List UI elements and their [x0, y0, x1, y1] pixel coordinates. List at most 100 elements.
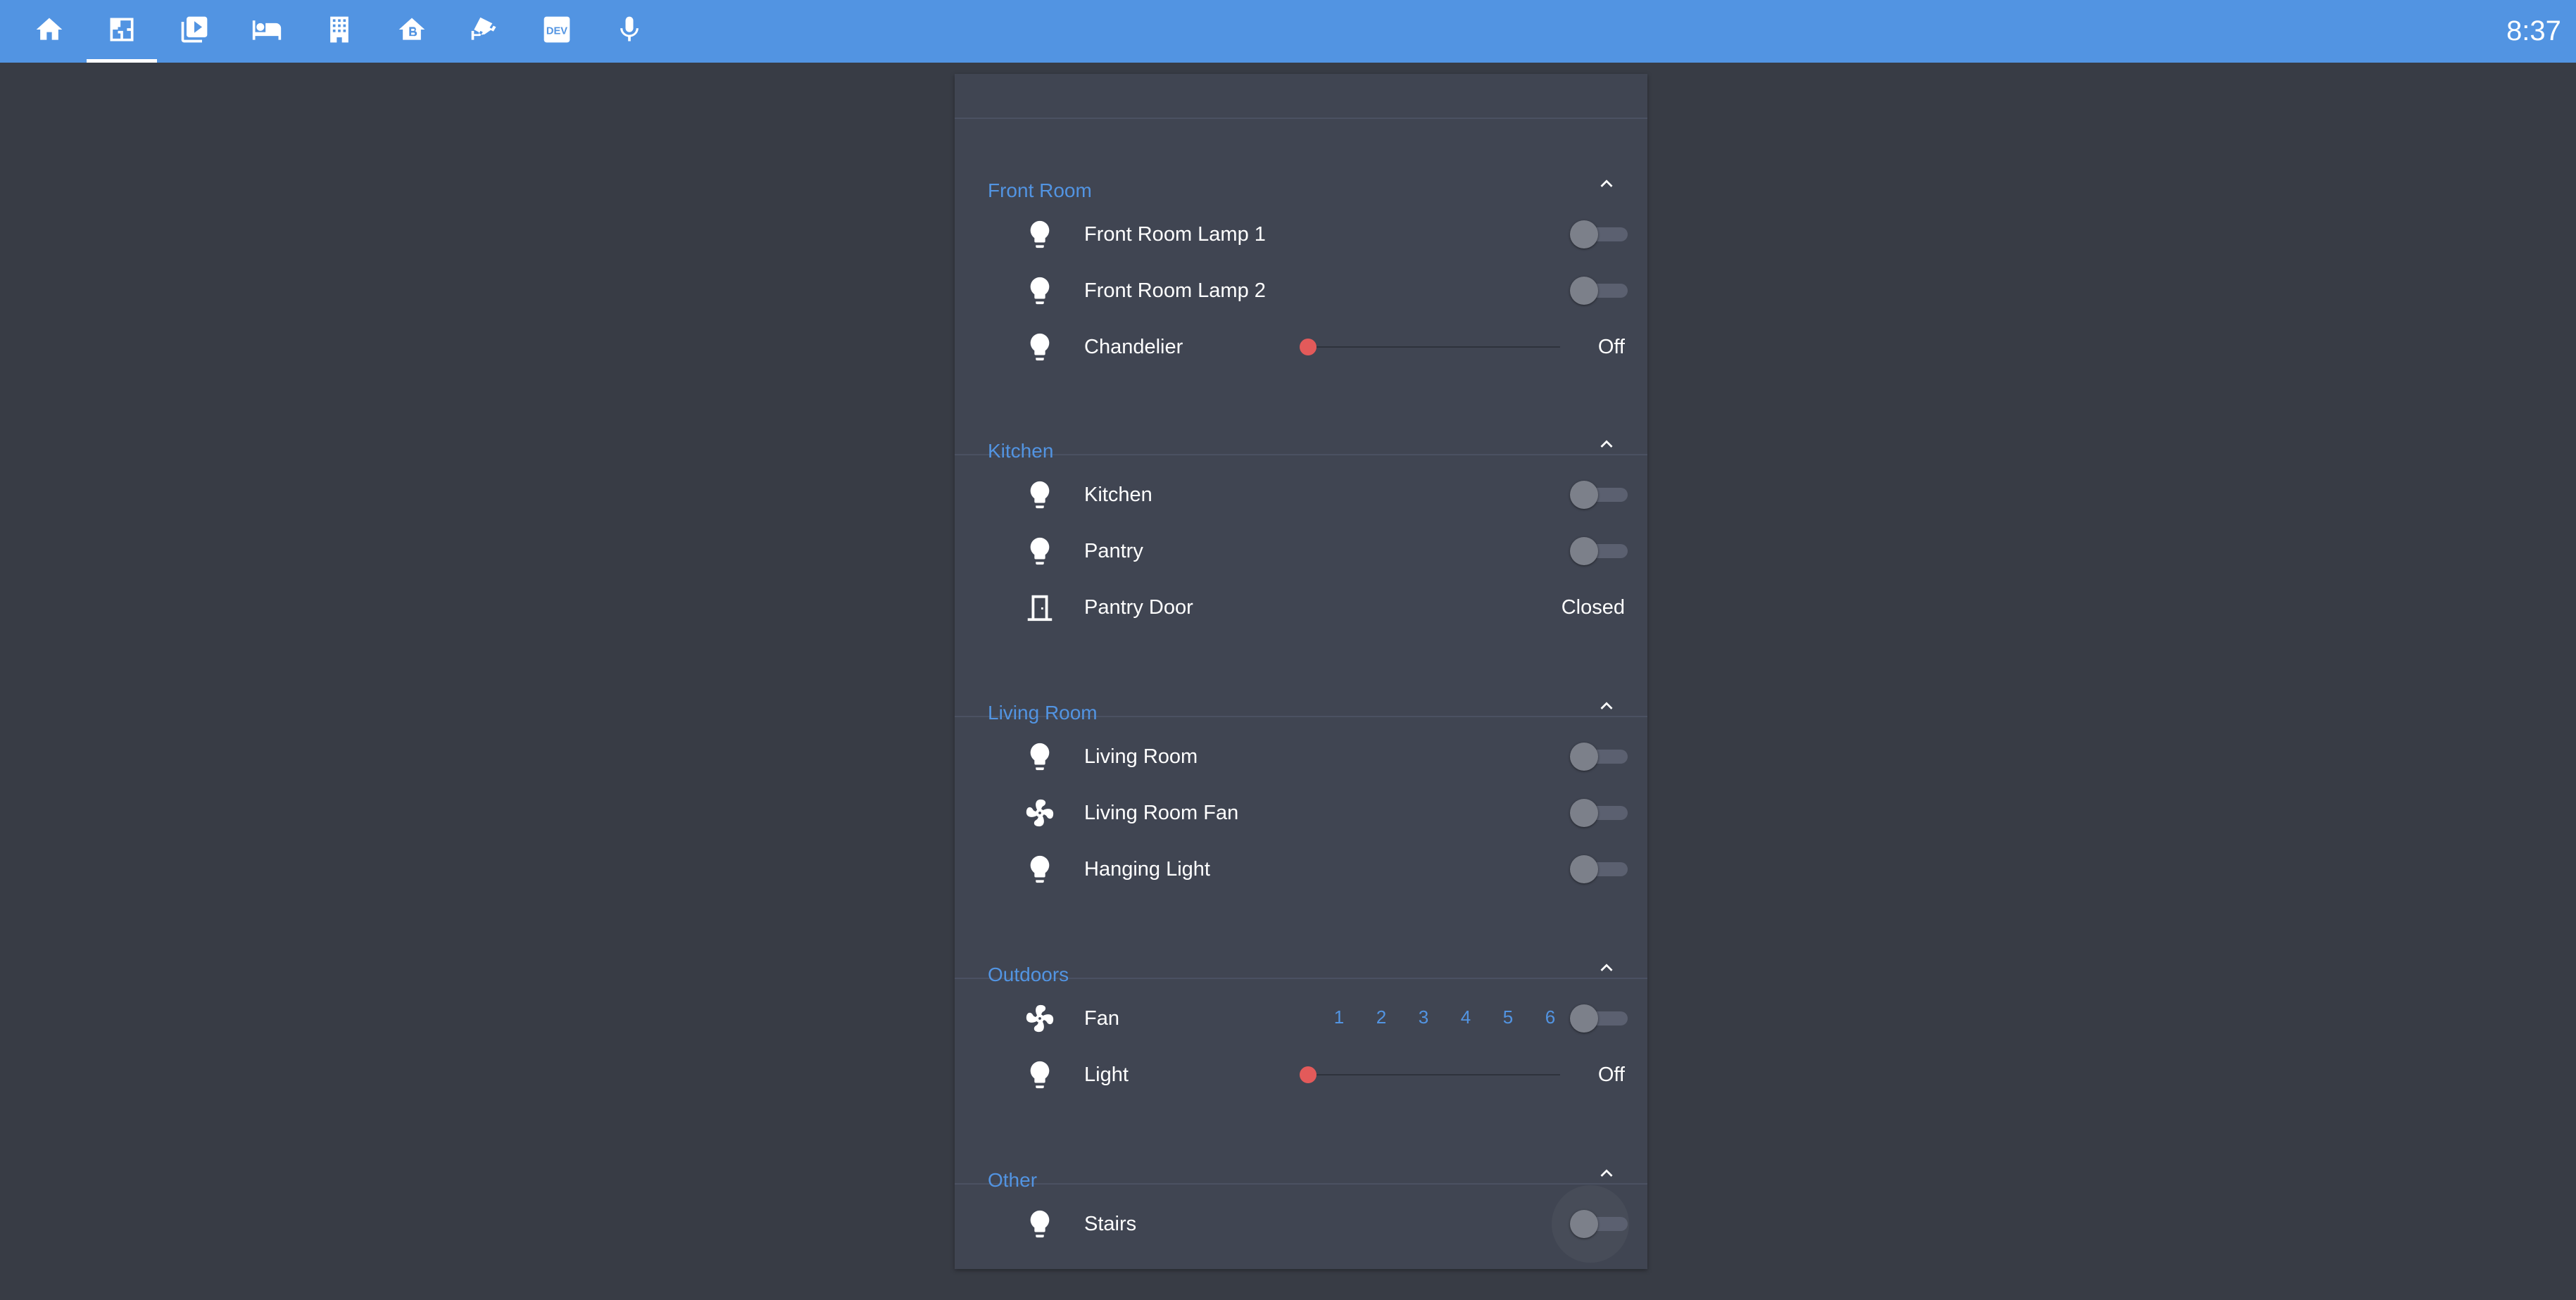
group-title-kitchen: Kitchen: [988, 440, 1054, 462]
media-library-icon: [179, 14, 210, 49]
state-value: Closed: [1561, 596, 1625, 619]
entity-row-pantry-door: Pantry Door Closed: [955, 579, 1647, 636]
toggle-switch[interactable]: [1570, 481, 1629, 509]
toggle-thumb: [1570, 743, 1598, 771]
fan-speed-5[interactable]: 5: [1494, 1003, 1522, 1031]
entity-label: Pantry Door: [1084, 596, 1193, 619]
entity-label: Living Room Fan: [1084, 802, 1239, 824]
chevron-up-icon: [1595, 694, 1619, 721]
chevron-up-icon: [1595, 956, 1619, 983]
fan-speed-2[interactable]: 2: [1367, 1003, 1395, 1031]
toggle-switch[interactable]: [1570, 743, 1629, 771]
tab-building[interactable]: [304, 0, 375, 63]
state-value: Off: [1597, 336, 1625, 358]
entity-row-stairs: Stairs: [955, 1185, 1647, 1263]
bed-icon: [251, 14, 282, 49]
slider-track: [1308, 346, 1560, 348]
collapse-button[interactable]: [1585, 948, 1628, 990]
group-title-outdoors: Outdoors: [988, 964, 1069, 985]
entity-label: Pantry: [1084, 540, 1143, 562]
toggle-thumb: [1570, 855, 1598, 883]
lightbulb-icon: [1022, 217, 1057, 252]
fan-speed-1[interactable]: 1: [1325, 1003, 1353, 1031]
chevron-up-icon: [1595, 432, 1619, 460]
toggle-switch[interactable]: [1570, 799, 1629, 827]
lightbulb-icon: [1022, 329, 1057, 365]
toggle-thumb: [1570, 1004, 1598, 1033]
entity-label: Fan: [1084, 1007, 1119, 1030]
toggle-switch[interactable]: [1570, 220, 1629, 248]
toggle-switch[interactable]: [1570, 1210, 1629, 1238]
toggle-switch[interactable]: [1570, 855, 1629, 883]
lightbulb-icon: [1022, 1206, 1057, 1242]
tab-voice[interactable]: [594, 0, 665, 63]
fan-icon: [1022, 1001, 1057, 1036]
toggle-switch[interactable]: [1570, 1004, 1629, 1033]
toggle-thumb: [1570, 277, 1598, 305]
tab-media[interactable]: [159, 0, 230, 63]
entity-label: Light: [1084, 1064, 1129, 1086]
entity-row-living-room-fan: Living Room Fan: [955, 785, 1647, 841]
entity-row-fan: Fan 1 2 3 4 5 6: [955, 990, 1647, 1047]
entity-label: Front Room Lamp 1: [1084, 223, 1266, 246]
card-header: [955, 74, 1647, 119]
lightbulb-icon: [1022, 1057, 1057, 1092]
tab-cctv[interactable]: [449, 0, 520, 63]
tab-floorplan[interactable]: [87, 0, 157, 63]
entity-label: Kitchen: [1084, 484, 1152, 506]
chevron-up-icon: [1595, 1161, 1619, 1189]
cctv-icon: [469, 14, 500, 49]
entity-row-pantry: Pantry: [955, 523, 1647, 579]
chevron-up-icon: [1595, 172, 1619, 199]
entity-row-kitchen: Kitchen: [955, 467, 1647, 523]
group-title-front-room: Front Room: [988, 179, 1092, 201]
fan-speed-3[interactable]: 3: [1409, 1003, 1438, 1031]
slider-knob[interactable]: [1300, 1066, 1317, 1083]
tab-dev[interactable]: DEV: [522, 0, 592, 63]
entity-label: Front Room Lamp 2: [1084, 279, 1266, 302]
toggle-switch[interactable]: [1570, 537, 1629, 565]
slider-knob[interactable]: [1300, 339, 1317, 355]
entity-label: Chandelier: [1084, 336, 1183, 358]
entity-row-hanging-light: Hanging Light: [955, 841, 1647, 897]
toggle-thumb: [1570, 799, 1598, 827]
floorplan-icon: [106, 14, 137, 49]
entity-row-chandelier: Chandelier Off: [955, 319, 1647, 375]
lightbulb-icon: [1022, 852, 1057, 887]
tab-bedroom[interactable]: [232, 0, 302, 63]
fan-speed-6[interactable]: 6: [1536, 1003, 1564, 1031]
fan-icon: [1022, 795, 1057, 831]
home-icon: [34, 14, 65, 49]
clock: 8:37: [2506, 15, 2561, 46]
tab-home[interactable]: [14, 0, 84, 63]
group-title-living-room: Living Room: [988, 702, 1098, 724]
toggle-switch[interactable]: [1570, 277, 1629, 305]
collapse-button[interactable]: [1585, 686, 1628, 728]
collapse-button[interactable]: [1585, 424, 1628, 467]
state-value: Off: [1597, 1064, 1625, 1086]
toggle-thumb: [1570, 481, 1598, 509]
dev-icon: DEV: [541, 14, 572, 49]
group-title-other: Other: [988, 1169, 1038, 1191]
brightness-slider[interactable]: [1300, 1061, 1560, 1089]
fan-speed-4[interactable]: 4: [1452, 1003, 1480, 1031]
toggle-thumb: [1570, 1210, 1598, 1238]
lightbulb-icon: [1022, 477, 1057, 512]
entity-row-front-room-lamp-1: Front Room Lamp 1: [955, 206, 1647, 263]
group-divider: [955, 454, 1647, 455]
top-toolbar: DEV 8:37: [0, 0, 2576, 63]
svg-text:DEV: DEV: [546, 25, 567, 37]
brightness-slider[interactable]: [1300, 333, 1560, 361]
toggle-thumb: [1570, 220, 1598, 248]
tab-bitcoin-home[interactable]: [377, 0, 447, 63]
lightbulb-icon: [1022, 739, 1057, 774]
entity-row-front-room-lamp-2: Front Room Lamp 2: [955, 263, 1647, 319]
entity-label: Stairs: [1084, 1213, 1137, 1235]
building-icon: [324, 14, 355, 49]
microphone-icon: [614, 14, 645, 49]
toggle-thumb: [1570, 537, 1598, 565]
entity-row-light: Light Off: [955, 1047, 1647, 1103]
door-icon: [1022, 590, 1057, 625]
collapse-button[interactable]: [1585, 164, 1628, 206]
bitcoin-home-icon: [396, 14, 427, 49]
